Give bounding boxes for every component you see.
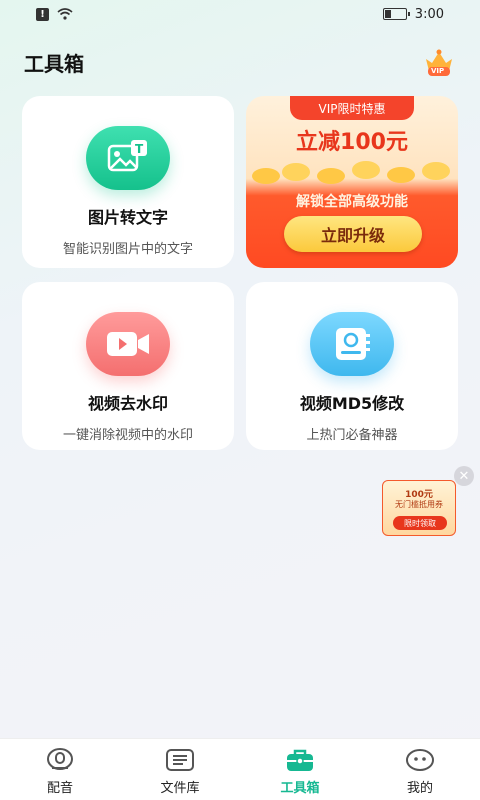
tab-profile[interactable]: 我的 (360, 739, 480, 800)
tool-subtitle: 一键消除视频中的水印 (62, 428, 193, 443)
promo-amount: 立减100元 (296, 130, 408, 155)
dubbing-icon (47, 748, 73, 770)
tab-toolbox[interactable]: 工具箱 (240, 739, 360, 800)
promo-tag: VIP限时特惠 (290, 96, 414, 120)
page-title: 工具箱 (24, 51, 84, 76)
tab-label: 工具箱 (280, 781, 320, 796)
tab-file-library[interactable]: 文件库 (120, 739, 240, 800)
vip-crown-icon[interactable]: VIP (422, 47, 456, 77)
tool-subtitle: 上热门必备神器 (306, 428, 398, 443)
coupon-description: 无门槛抵用券 (395, 500, 443, 509)
coupon-claim-button[interactable]: 限时领取 (393, 516, 447, 530)
tool-card-remove-watermark[interactable]: 视频去水印 一键消除视频中的水印 (22, 282, 234, 450)
image-text-icon: T (86, 126, 170, 190)
battery-icon (382, 8, 410, 20)
tool-title: 图片转文字 (87, 208, 168, 227)
md5-device-icon (310, 312, 394, 376)
tool-subtitle: 智能识别图片中的文字 (62, 242, 193, 257)
video-camera-icon (86, 312, 170, 376)
header: 工具箱 VIP (24, 44, 456, 80)
bottom-tab-bar: 配音 文件库 工具箱 我的 (0, 738, 480, 800)
wifi-icon (57, 8, 73, 20)
status-bar: ! 3:00 (0, 0, 480, 28)
promo-description: 解锁全部高级功能 (296, 194, 408, 210)
close-icon[interactable]: ✕ (454, 466, 474, 486)
file-library-icon (166, 749, 194, 771)
tab-dubbing[interactable]: 配音 (0, 739, 120, 800)
tool-title: 视频MD5修改 (299, 394, 405, 413)
tool-title: 视频去水印 (87, 394, 168, 413)
vip-badge-label: VIP (431, 67, 445, 75)
upgrade-button[interactable]: 立即升级 (284, 216, 422, 252)
tool-card-md5[interactable]: 视频MD5修改 上热门必备神器 (246, 282, 458, 450)
status-time: 3:00 (414, 6, 444, 22)
alert-icon: ! (36, 7, 49, 21)
tool-card-image-to-text[interactable]: T 图片转文字 智能识别图片中的文字 (22, 96, 234, 268)
toolbox-icon (287, 749, 313, 771)
coins-decoration-icon (252, 161, 450, 184)
svg-text:T: T (135, 142, 144, 156)
coupon-floating-banner[interactable]: 100元 无门槛抵用券 限时领取 (382, 480, 456, 536)
tab-label: 文件库 (160, 781, 200, 796)
vip-promo-card[interactable]: VIP限时特惠 立减100元 解锁全部高级功能 立即升级 (246, 96, 458, 268)
tab-label: 配音 (46, 781, 73, 796)
tab-label: 我的 (406, 781, 433, 796)
profile-icon (406, 749, 434, 771)
